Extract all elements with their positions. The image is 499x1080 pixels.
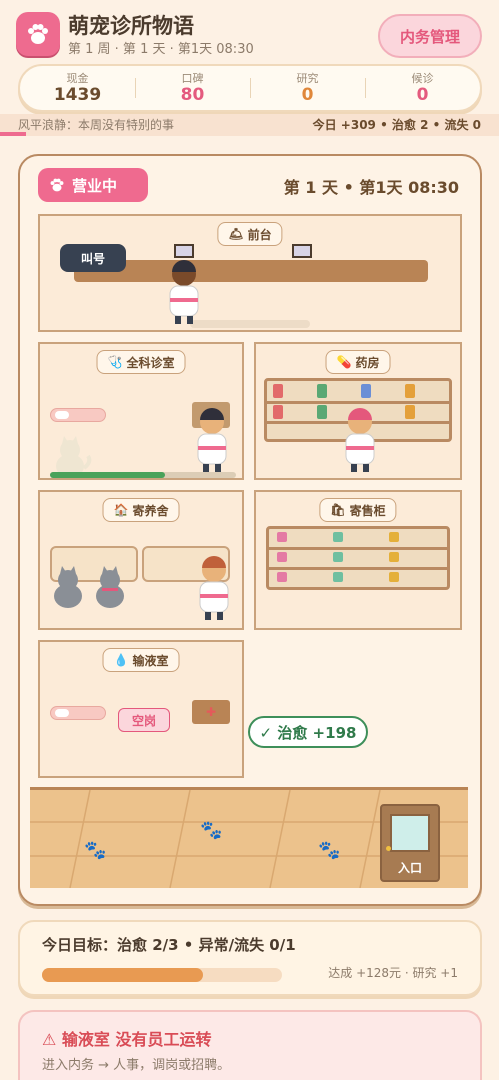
room-tag: 💧 输液室 xyxy=(102,648,180,672)
room-infusion[interactable]: 💧 输液室 空岗 ✚ xyxy=(38,640,244,778)
room-tag: 🛎 前台 xyxy=(217,222,283,246)
room-tag: 🩺 全科诊室 xyxy=(96,350,186,374)
room-name: 药房 xyxy=(355,355,380,370)
room-boarding[interactable]: 🏠 寄养舍 xyxy=(38,490,244,630)
panel-day: 第 1 天 • 第1天 08:30 xyxy=(283,178,459,197)
goal-progress-bar xyxy=(42,968,282,982)
room-tag: 🏠 寄养舍 xyxy=(102,498,180,522)
monitor-icon xyxy=(292,244,312,258)
room-name: 寄养舍 xyxy=(132,503,169,518)
open-status-label: 营业中 xyxy=(72,176,118,195)
room-shop[interactable]: 🛍 寄售柜 xyxy=(254,490,462,630)
paw-print-icon: 🐾 xyxy=(318,840,341,861)
stat-label: 研究 xyxy=(296,71,319,85)
caretaker-staff xyxy=(199,556,229,620)
door-knob xyxy=(386,846,391,851)
cat-boarder xyxy=(96,566,124,608)
vacant-badge[interactable]: 空岗 xyxy=(118,708,170,732)
stat-reputation: 口碑 80 xyxy=(135,66,250,110)
app-title: 萌宠诊所物语 xyxy=(68,14,194,38)
alert-subtitle: 进入内务 → 人事，调岗或招聘。 xyxy=(42,1058,231,1073)
alert-title: ⚠ 输液室 没有员工运转 xyxy=(42,1030,212,1049)
stethoscope-icon: 🩺 xyxy=(107,355,123,369)
app-logo xyxy=(16,12,60,56)
droplet-icon: 💧 xyxy=(113,653,129,667)
ticker-message: 风平浪静：本周没有特别的事 xyxy=(18,118,175,132)
medical-kit-icon: ✚ xyxy=(192,700,230,724)
management-button[interactable]: 内务管理 xyxy=(378,14,482,58)
stat-value: 1439 xyxy=(53,84,102,105)
open-status-badge: 营业中 xyxy=(38,168,148,202)
queue-mat xyxy=(190,320,310,328)
room-name: 前台 xyxy=(247,227,272,242)
room-name: 寄售柜 xyxy=(349,503,386,518)
entrance-door[interactable]: 入口 xyxy=(380,804,440,882)
shopping-bag-icon: 🛍 xyxy=(330,503,346,517)
stat-cash: 现金 1439 xyxy=(20,66,135,110)
door-window xyxy=(390,814,430,852)
treatment-bar xyxy=(50,408,106,422)
staffing-alert[interactable]: ⚠ 输液室 没有员工运转 进入内务 → 人事，调岗或招聘。 xyxy=(18,1010,482,1080)
stat-label: 现金 xyxy=(66,71,89,85)
paw-print-icon: 🐾 xyxy=(84,840,107,861)
pill-icon: 💊 xyxy=(336,355,352,369)
bell-icon: 🛎 xyxy=(228,227,244,241)
daily-summary: 今日 +309 • 治愈 2 • 流失 0 xyxy=(312,118,481,132)
room-name: 输液室 xyxy=(132,653,169,668)
room-pharmacy[interactable]: 💊 药房 xyxy=(254,342,462,480)
cat-patient xyxy=(56,436,92,478)
pharmacist-staff xyxy=(345,408,375,472)
paw-icon xyxy=(28,24,48,44)
paw-icon xyxy=(50,178,64,192)
game-time: 第 1 周 · 第 1 天 · 第1天 08:30 xyxy=(68,42,254,57)
room-tag: 🛍 寄售柜 xyxy=(319,498,397,522)
goal-title: 今日目标：治愈 2/3 • 异常/流失 0/1 xyxy=(42,936,296,954)
heal-popup: ✓ 治愈 +198 xyxy=(248,716,368,748)
goal-progress-fill xyxy=(42,968,203,982)
receptionist-staff xyxy=(169,260,199,324)
entrance-label: 入口 xyxy=(397,861,422,875)
stat-value: 80 xyxy=(180,84,205,105)
goods-shelf xyxy=(266,526,450,590)
room-name: 全科诊室 xyxy=(126,355,175,370)
reception-counter xyxy=(74,260,428,282)
house-icon: 🏠 xyxy=(113,503,129,517)
stats-bar: 现金 1439 口碑 80 研究 0 候诊 0 xyxy=(18,64,482,112)
paw-print-icon: 🐾 xyxy=(200,820,223,841)
infusion-bar xyxy=(50,706,106,720)
stat-research: 研究 0 xyxy=(250,66,365,110)
monitor-icon xyxy=(174,244,194,258)
room-front-desk[interactable]: 🛎 前台 叫号 xyxy=(38,214,462,332)
cat-boarder xyxy=(54,566,82,608)
stat-value: 0 xyxy=(301,84,314,105)
stat-label: 候诊 xyxy=(411,71,434,85)
daily-goal-card: 今日目标：治愈 2/3 • 异常/流失 0/1 达成 +128元 · 研究 +1 xyxy=(18,920,482,996)
stat-waiting: 候诊 0 xyxy=(365,66,480,110)
room-general-clinic[interactable]: 🩺 全科诊室 xyxy=(38,342,244,480)
room-tag: 💊 药房 xyxy=(325,350,391,374)
call-number-button[interactable]: 叫号 xyxy=(60,244,126,272)
doctor-staff xyxy=(197,408,227,472)
goal-reward: 达成 +128元 · 研究 +1 xyxy=(328,966,458,980)
stat-label: 口碑 xyxy=(181,71,204,85)
stat-value: 0 xyxy=(416,84,429,105)
